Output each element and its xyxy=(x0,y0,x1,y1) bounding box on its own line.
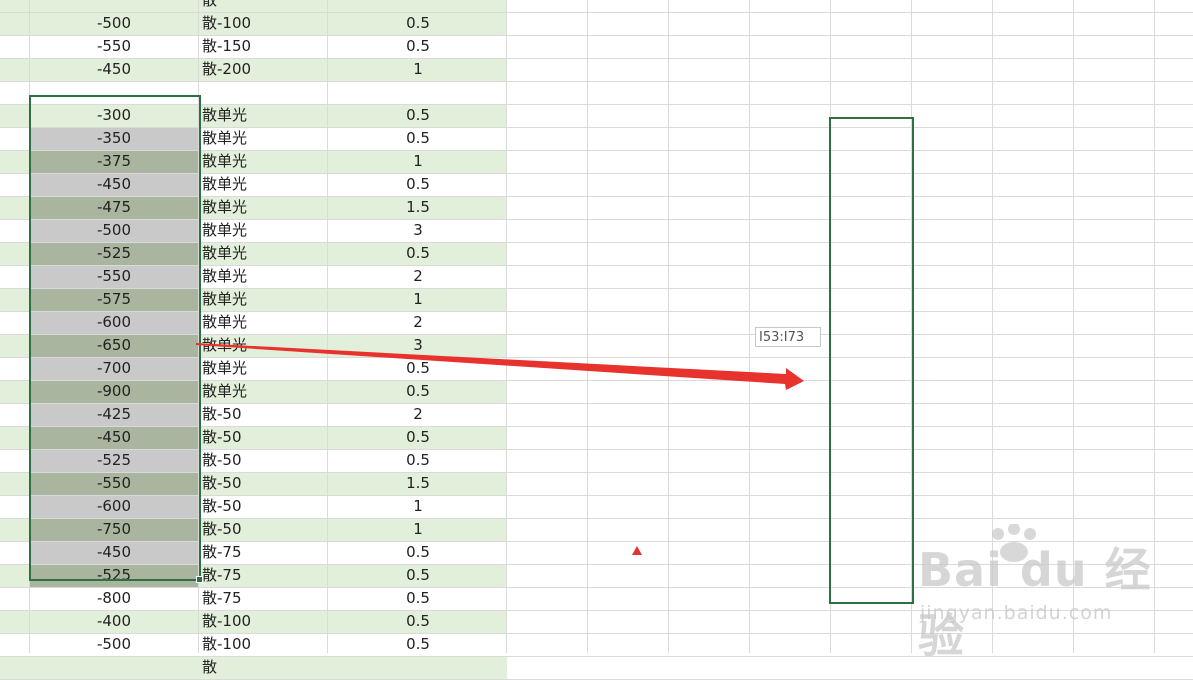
cell-value[interactable] xyxy=(30,656,198,679)
spreadsheet-grid[interactable]: 散 -500 散-100 0.5 -550 散-150 0.5 -450 散-200 1 -300 散… xyxy=(0,0,1193,680)
baidu-watermark: Bai du 经验 jingyan.baidu.com xyxy=(918,524,1188,663)
cell-category[interactable]: 散 xyxy=(202,656,322,679)
cell-amount[interactable] xyxy=(330,656,506,679)
watermark-url: jingyan.baidu.com xyxy=(920,602,1113,624)
watermark-logo: Bai du 经验 xyxy=(918,543,1152,663)
